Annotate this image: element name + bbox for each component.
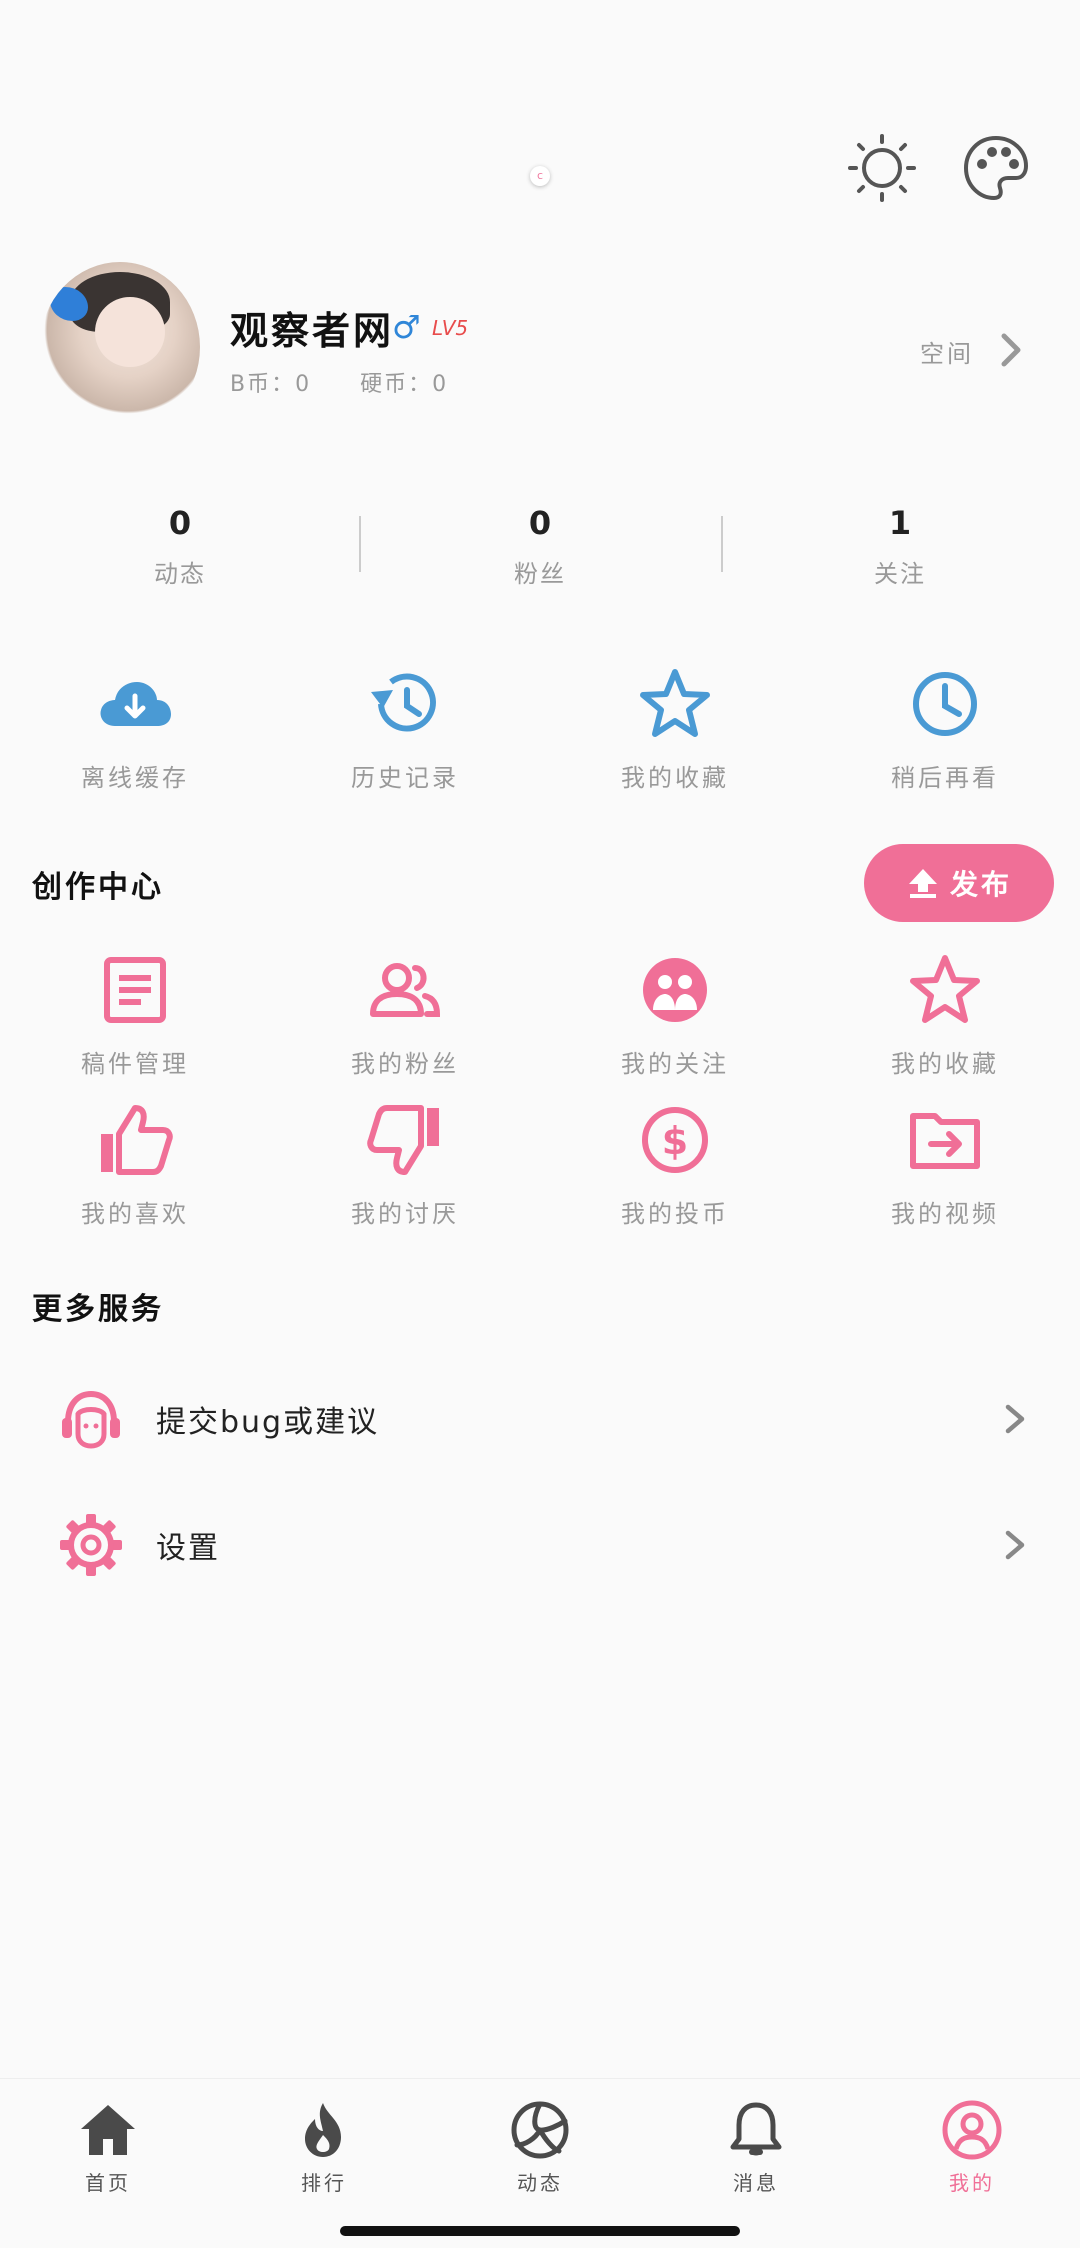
chevron-right-icon[interactable] <box>996 330 1026 370</box>
creator-fans[interactable]: 我的粉丝 <box>270 950 540 1079</box>
star-icon <box>635 664 715 744</box>
user-circle-icon <box>941 2099 1003 2161</box>
bottom-navigation: 首页 排行 动态 消息 我的 <box>0 2078 1080 2248</box>
document-icon <box>95 950 175 1030</box>
creator-label: 我的粉丝 <box>351 1050 459 1078</box>
avatar[interactable] <box>40 262 200 432</box>
fans-icon <box>365 950 445 1030</box>
stat-following[interactable]: 1 关注 <box>720 504 1080 589</box>
level-badge: LV5 <box>432 316 469 340</box>
quick-favorites[interactable]: 我的收藏 <box>540 664 810 793</box>
service-label: 提交bug或建议 <box>156 1405 380 1440</box>
palette-icon[interactable] <box>960 132 1032 204</box>
volleyball-icon <box>509 2099 571 2161</box>
creator-label: 我的喜欢 <box>81 1200 189 1228</box>
creator-dislikes[interactable]: 我的讨厌 <box>270 1100 540 1229</box>
quick-watch-later[interactable]: 稍后再看 <box>810 664 1080 793</box>
creator-label: 稿件管理 <box>81 1050 189 1078</box>
service-feedback[interactable]: 提交bug或建议 <box>0 1364 1080 1474</box>
creator-label: 我的收藏 <box>891 1050 999 1078</box>
chevron-right-icon <box>1002 1401 1028 1437</box>
thumbs-up-icon <box>95 1100 175 1180</box>
creator-coins[interactable]: $ 我的投币 <box>540 1100 810 1229</box>
nav-mine[interactable]: 我的 <box>864 2099 1080 2196</box>
service-label: 设置 <box>156 1531 220 1566</box>
quick-label: 历史记录 <box>351 764 459 792</box>
creator-label: 我的关注 <box>621 1050 729 1078</box>
creator-favorites[interactable]: 我的收藏 <box>810 950 1080 1079</box>
hard-coin-balance: 硬币：0 <box>360 372 449 397</box>
nav-messages[interactable]: 消息 <box>648 2099 864 2196</box>
creator-center-title: 创作中心 <box>32 870 164 905</box>
creator-videos[interactable]: 我的视频 <box>810 1100 1080 1229</box>
gear-icon <box>58 1512 124 1578</box>
stat-fans[interactable]: 0 粉丝 <box>360 504 720 589</box>
coin-balances: B币：0 硬币：0 <box>230 366 488 398</box>
headset-icon <box>58 1386 124 1452</box>
nav-ranking[interactable]: 排行 <box>216 2099 432 2196</box>
creator-label: 我的投币 <box>621 1200 729 1228</box>
service-settings[interactable]: 设置 <box>0 1490 1080 1600</box>
b-coin-balance: B币：0 <box>230 372 312 397</box>
home-icon <box>77 2099 139 2161</box>
publish-button[interactable]: 发布 <box>864 844 1054 922</box>
more-services-title: 更多服务 <box>32 1292 164 1327</box>
svg-text:$: $ <box>662 1119 688 1163</box>
quick-label: 我的收藏 <box>621 764 729 792</box>
creator-following[interactable]: 我的关注 <box>540 950 810 1079</box>
stat-value: 1 <box>888 504 912 542</box>
stat-value: 0 <box>168 504 192 542</box>
space-link[interactable]: 空间 <box>920 334 974 369</box>
stat-label: 动态 <box>154 560 206 588</box>
nav-label: 消息 <box>733 2171 779 2195</box>
quick-label: 稍后再看 <box>891 764 999 792</box>
home-indicator[interactable] <box>340 2226 740 2236</box>
publish-label: 发布 <box>949 868 1012 901</box>
gender-male-icon: ♂ <box>392 308 421 346</box>
stat-label: 关注 <box>874 560 926 588</box>
chevron-right-icon <box>1002 1527 1028 1563</box>
creator-manuscripts[interactable]: 稿件管理 <box>0 950 270 1079</box>
nav-label: 首页 <box>85 2171 131 2195</box>
quick-label: 离线缓存 <box>81 764 189 792</box>
quick-history[interactable]: 历史记录 <box>270 664 540 793</box>
following-icon <box>635 950 715 1030</box>
clock-icon <box>905 664 985 744</box>
nav-label: 我的 <box>949 2171 995 2195</box>
upload-icon <box>908 869 937 898</box>
bell-icon <box>725 2099 787 2161</box>
thumbs-down-icon <box>365 1100 445 1180</box>
stat-label: 粉丝 <box>514 560 566 588</box>
status-indicator: c <box>530 166 550 186</box>
nav-label: 动态 <box>517 2171 563 2195</box>
quick-offline-cache[interactable]: 离线缓存 <box>0 664 270 793</box>
nav-dynamics[interactable]: 动态 <box>432 2099 648 2196</box>
cloud-download-icon <box>95 664 175 744</box>
stat-value: 0 <box>528 504 552 542</box>
fire-icon <box>293 2099 355 2161</box>
star-outline-icon <box>905 950 985 1030</box>
creator-label: 我的视频 <box>891 1200 999 1228</box>
username: 观察者网 <box>230 309 395 353</box>
sun-icon[interactable] <box>846 132 918 204</box>
history-icon <box>365 664 445 744</box>
nav-home[interactable]: 首页 <box>0 2099 216 2196</box>
creator-likes[interactable]: 我的喜欢 <box>0 1100 270 1229</box>
video-folder-icon <box>905 1100 985 1180</box>
stat-dynamics[interactable]: 0 动态 <box>0 504 360 589</box>
nav-label: 排行 <box>301 2171 347 2195</box>
coin-icon: $ <box>635 1100 715 1180</box>
creator-label: 我的讨厌 <box>351 1200 459 1228</box>
